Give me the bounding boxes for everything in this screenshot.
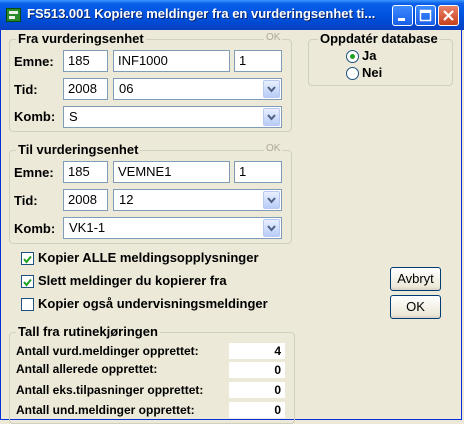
chevron-down-icon[interactable] — [263, 80, 280, 98]
close-icon — [443, 10, 454, 21]
result-value: 0 — [229, 402, 285, 418]
close-button[interactable] — [438, 5, 459, 26]
radio-selected-dot — [350, 54, 355, 59]
checkmark-icon — [23, 278, 32, 287]
delete-label[interactable]: Slett meldinger du kopierer fra — [38, 273, 227, 288]
from-komb-label: Komb: — [14, 109, 56, 124]
result-value: 4 — [229, 343, 285, 359]
from-emne-code-field[interactable]: INF1000 — [113, 50, 230, 72]
result-label: Antall und.meldinger opprettet: — [16, 403, 195, 417]
copy-all-checkbox[interactable] — [21, 252, 34, 265]
copy-teaching-label[interactable]: Kopier også undervisningsmeldinger — [38, 296, 268, 311]
cancel-button[interactable]: Avbryt — [390, 267, 441, 291]
app-icon — [6, 8, 21, 22]
window-title: FS513.001 Kopiere meldinger fra en vurde… — [27, 6, 376, 21]
to-komb-label: Komb: — [14, 221, 56, 236]
minimize-button[interactable] — [392, 5, 413, 26]
to-tid-label: Tid: — [14, 193, 38, 208]
to-komb-select[interactable]: VK1-1 — [63, 217, 282, 239]
maximize-button[interactable] — [415, 5, 436, 26]
update-db-no-label[interactable]: Nei — [362, 65, 382, 80]
from-emne-label: Emne: — [14, 54, 54, 69]
to-tid-term-value: 12 — [119, 192, 134, 207]
chevron-down-icon[interactable] — [263, 219, 280, 237]
from-komb-select[interactable]: S — [63, 106, 282, 128]
minimize-icon — [398, 18, 405, 21]
chevron-down-icon[interactable] — [263, 108, 280, 126]
chevron-down-icon[interactable] — [263, 191, 280, 209]
copy-teaching-checkbox[interactable] — [21, 298, 34, 311]
result-label: Antall vurd.meldinger opprettet: — [16, 344, 199, 358]
from-komb-value: S — [69, 109, 78, 124]
from-emne-institution-field[interactable]: 185 — [63, 50, 108, 72]
to-tid-term-select[interactable]: 12 — [113, 189, 282, 211]
ok-button[interactable]: OK — [390, 295, 441, 319]
checkmark-icon — [23, 255, 32, 264]
result-label: Antall eks.tilpasninger opprettet: — [16, 383, 204, 397]
from-group-title: Fra vurderingsenhet — [16, 31, 146, 46]
result-label: Antall allerede opprettet: — [16, 362, 158, 376]
maximize-icon — [419, 9, 432, 22]
to-tid-year-field[interactable]: 2008 — [63, 189, 108, 211]
to-emne-institution-field[interactable]: 185 — [63, 161, 108, 183]
from-tid-year-field[interactable]: 2008 — [63, 78, 108, 100]
from-tid-label: Tid: — [14, 82, 38, 97]
update-db-yes-radio[interactable] — [346, 50, 359, 63]
update-db-title: Oppdatér database — [318, 31, 440, 46]
title-bar[interactable]: FS513.001 Kopiere meldinger fra en vurde… — [0, 0, 464, 30]
from-emne-version-field[interactable]: 1 — [234, 50, 282, 72]
copy-all-label[interactable]: Kopier ALLE meldingsopplysninger — [38, 250, 259, 265]
to-komb-value: VK1-1 — [69, 220, 106, 235]
delete-checkbox[interactable] — [21, 275, 34, 288]
to-emne-version-field[interactable]: 1 — [234, 161, 282, 183]
update-db-no-radio[interactable] — [346, 67, 359, 80]
to-group-title: Til vurderingsenhet — [16, 142, 141, 157]
result-value: 0 — [229, 362, 285, 378]
from-ok-tag: OK — [264, 32, 283, 43]
from-tid-term-select[interactable]: 06 — [113, 78, 282, 100]
results-title: Tall fra rutinekjøringen — [16, 324, 160, 339]
from-tid-term-value: 06 — [119, 81, 134, 96]
result-value: 0 — [229, 382, 285, 398]
update-db-yes-label[interactable]: Ja — [362, 48, 376, 63]
to-ok-tag: OK — [264, 143, 283, 154]
to-emne-label: Emne: — [14, 165, 54, 180]
to-emne-code-field[interactable]: VEMNE1 — [113, 161, 230, 183]
